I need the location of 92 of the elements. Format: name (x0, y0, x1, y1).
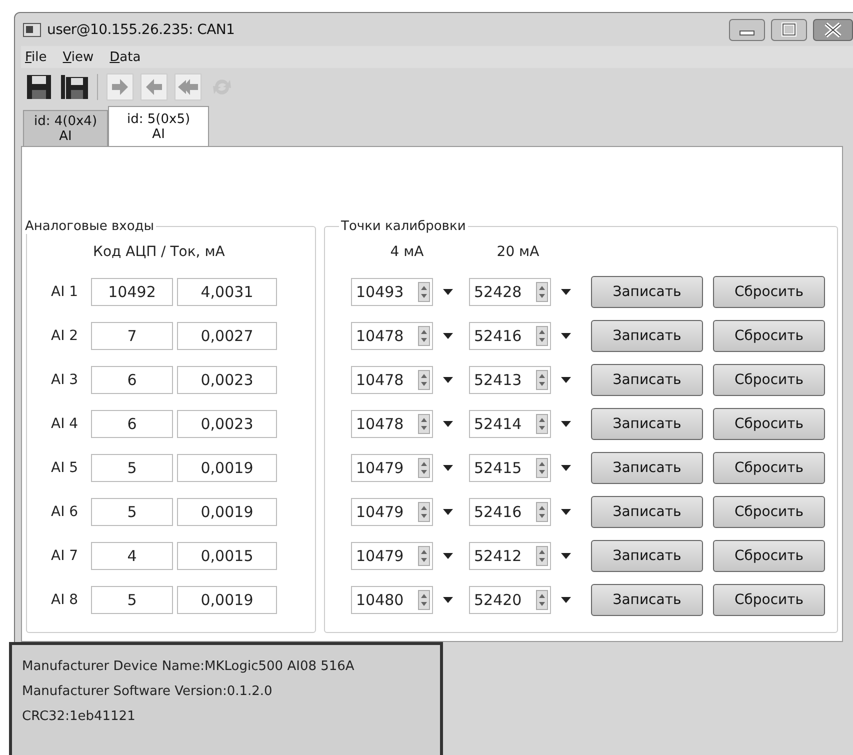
dropdown-arrow-icon[interactable] (443, 333, 453, 339)
dropdown-arrow-icon[interactable] (561, 333, 571, 339)
channel-label: AI 8 (50, 592, 80, 608)
minimize-icon[interactable] (729, 18, 765, 40)
info-text: Manufacturer Device Name:MKLogic500 AI08 516A (22, 659, 356, 674)
spin-box[interactable]: 52412 (469, 542, 551, 570)
current-field: 0,0023 (177, 410, 277, 438)
spin-box[interactable]: 10493 (351, 278, 433, 306)
spin-box[interactable]: 10478 (351, 410, 433, 438)
write-button[interactable]: Записать (591, 584, 703, 616)
reset-button[interactable]: Сбросить (713, 496, 825, 528)
dropdown-arrow-icon[interactable] (443, 289, 453, 295)
adc-code-field: 10492 (91, 278, 173, 306)
spin-box[interactable]: 10479 (351, 542, 433, 570)
spin-box[interactable]: 52416 (469, 322, 551, 350)
dropdown-arrow-icon[interactable] (443, 597, 453, 603)
channel-label: AI 7 (50, 548, 80, 564)
window-title: user@10.155.26.235: CAN1 (47, 22, 235, 38)
channel-label: AI 3 (50, 372, 80, 388)
channel-label: AI 4 (50, 416, 80, 432)
current-field: 0,0023 (177, 366, 277, 394)
channel-label: AI 1 (50, 284, 80, 300)
dropdown-arrow-icon[interactable] (561, 377, 571, 383)
group-title: Аналоговые входы (24, 219, 156, 234)
current-field: 0,0019 (177, 498, 277, 526)
channel-label: AI 6 (50, 504, 80, 520)
column-header: Код АЦП / Ток, мА (93, 244, 225, 260)
adc-code-field: 5 (91, 498, 173, 526)
dropdown-arrow-icon[interactable] (561, 509, 571, 515)
column-header: 4 мА (389, 244, 425, 260)
menu-item[interactable]: Data (110, 50, 141, 64)
dropdown-arrow-icon[interactable] (443, 553, 453, 559)
app-icon (23, 22, 41, 36)
spin-box[interactable]: 10479 (351, 498, 433, 526)
dropdown-arrow-icon[interactable] (443, 465, 453, 471)
menu-item[interactable]: View (62, 50, 94, 64)
spin-box[interactable]: 52414 (469, 410, 551, 438)
dropdown-arrow-icon[interactable] (561, 289, 571, 295)
info-text: CRC32:1eb41121 (22, 709, 136, 724)
maximize-icon[interactable] (771, 18, 807, 40)
current-field: 0,0019 (177, 454, 277, 482)
spin-box[interactable]: 52415 (469, 454, 551, 482)
write-button[interactable]: Записать (591, 320, 703, 352)
dropdown-arrow-icon[interactable] (443, 377, 453, 383)
write-button[interactable]: Записать (591, 276, 703, 308)
adc-code-field: 5 (91, 454, 173, 482)
spin-box[interactable]: 10479 (351, 454, 433, 482)
reset-button[interactable]: Сбросить (713, 540, 825, 572)
dropdown-arrow-icon[interactable] (443, 421, 453, 427)
current-field: 4,0031 (177, 278, 277, 306)
spin-box[interactable]: 10478 (351, 366, 433, 394)
current-field: 0,0027 (177, 322, 277, 350)
dropdown-arrow-icon[interactable] (561, 553, 571, 559)
reset-button[interactable]: Сбросить (713, 364, 825, 396)
menu-item[interactable]: File (25, 50, 47, 64)
group-title: Точки калибровки (340, 219, 467, 234)
adc-code-field: 6 (91, 366, 173, 394)
reset-button[interactable]: Сбросить (713, 276, 825, 308)
adc-code-field: 4 (91, 542, 173, 570)
adc-code-field: 5 (91, 586, 173, 614)
save-all-icon[interactable] (59, 73, 89, 101)
reset-button[interactable]: Сбросить (713, 584, 825, 616)
write-button[interactable]: Записать (591, 540, 703, 572)
dropdown-arrow-icon[interactable] (443, 509, 453, 515)
spin-box[interactable]: 52428 (469, 278, 551, 306)
dropdown-arrow-icon[interactable] (561, 465, 571, 471)
channel-label: AI 5 (50, 460, 80, 476)
spin-box[interactable]: 52413 (469, 366, 551, 394)
reset-button[interactable]: Сбросить (713, 452, 825, 484)
channel-label: AI 2 (50, 328, 80, 344)
spin-box[interactable]: 10478 (351, 322, 433, 350)
reset-button[interactable]: Сбросить (713, 320, 825, 352)
write-button[interactable]: Записать (591, 408, 703, 440)
dropdown-arrow-icon[interactable] (561, 421, 571, 427)
write-button[interactable]: Записать (591, 364, 703, 396)
reset-button[interactable]: Сбросить (713, 408, 825, 440)
spin-box[interactable]: 52420 (469, 586, 551, 614)
adc-code-field: 7 (91, 322, 173, 350)
current-field: 0,0019 (177, 586, 277, 614)
info-text: Manufacturer Software Version:0.1.2.0 (22, 684, 274, 699)
close-icon[interactable] (813, 18, 853, 40)
tab[interactable]: id: 4(0x4) AI (23, 110, 108, 146)
write-button[interactable]: Записать (591, 452, 703, 484)
current-field: 0,0015 (177, 542, 277, 570)
spin-box[interactable]: 52416 (469, 498, 551, 526)
tab[interactable]: id: 5(0x5) AI (108, 106, 210, 146)
column-header: 20 мА (496, 244, 540, 260)
adc-code-field: 6 (91, 410, 173, 438)
save-icon[interactable] (25, 73, 53, 101)
dropdown-arrow-icon[interactable] (561, 597, 571, 603)
spin-box[interactable]: 10480 (351, 586, 433, 614)
write-button[interactable]: Записать (591, 496, 703, 528)
